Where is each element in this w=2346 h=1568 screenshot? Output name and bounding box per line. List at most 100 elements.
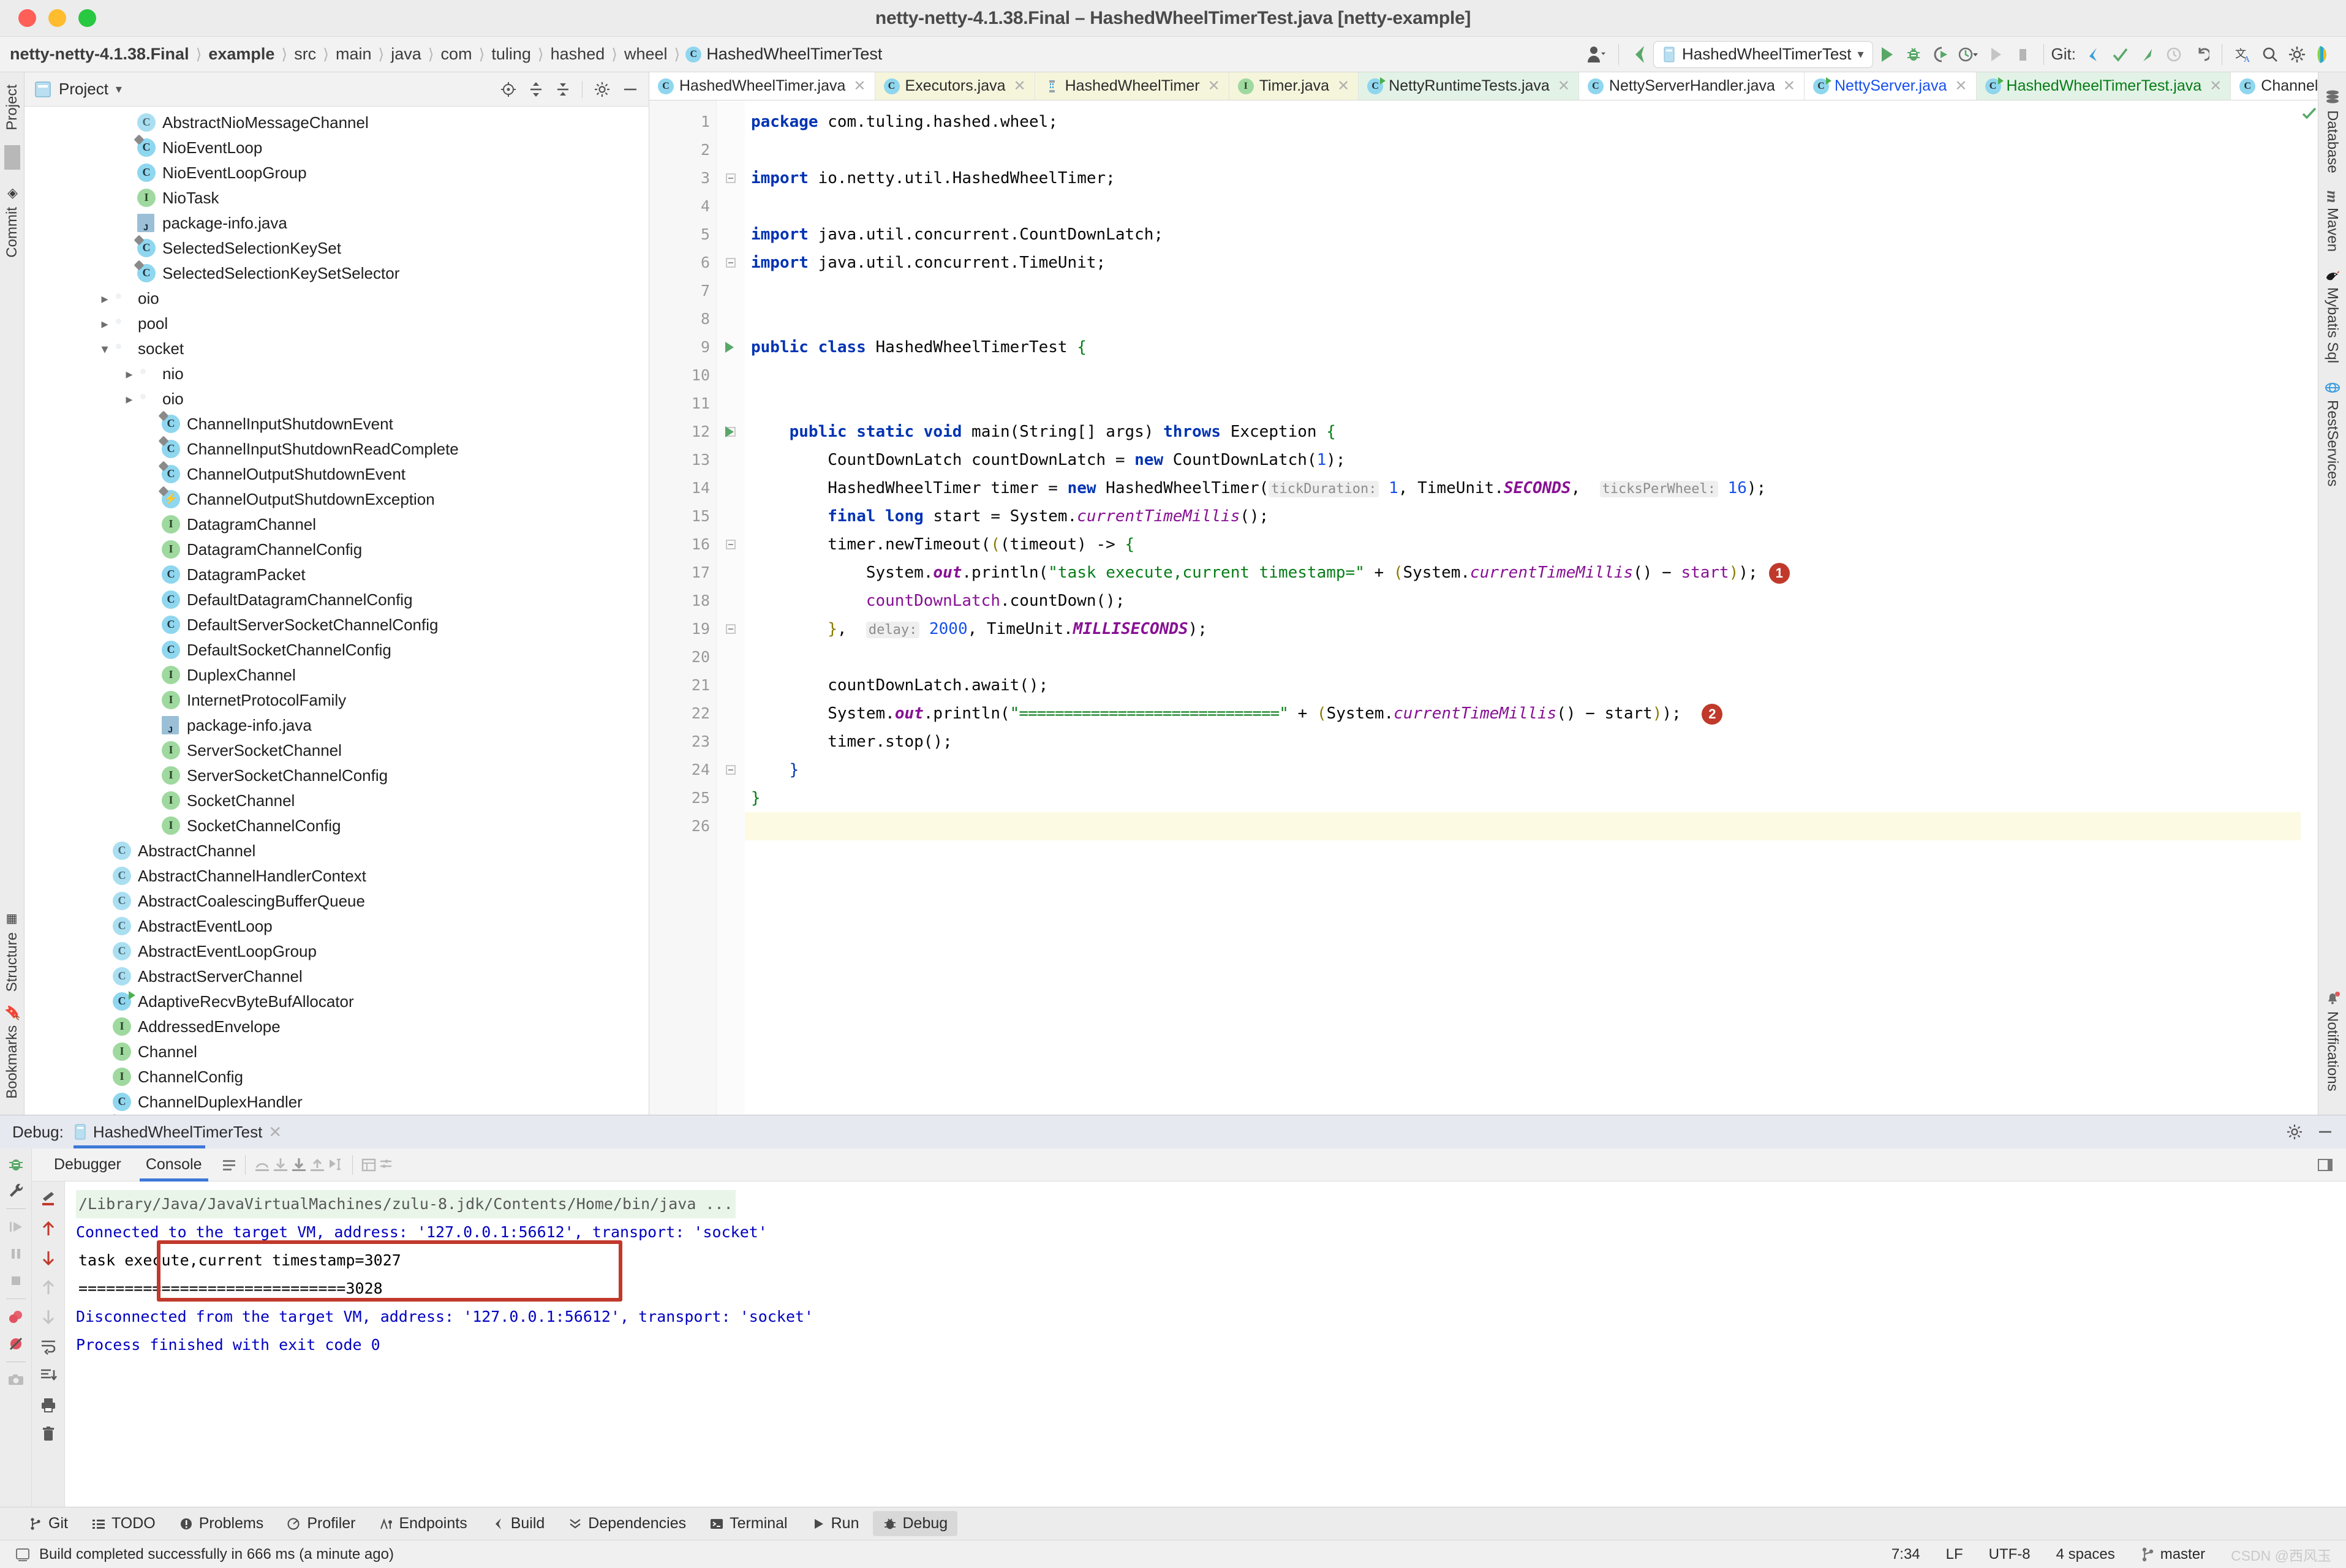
close-icon[interactable]: ✕ bbox=[268, 1123, 282, 1142]
breadcrumb-src[interactable]: src bbox=[293, 45, 317, 64]
tree-node[interactable]: I SocketChannel bbox=[25, 788, 649, 813]
editor-tab[interactable]: C NettyServer.java ✕ bbox=[1805, 72, 1977, 100]
git-branch-widget[interactable]: master bbox=[2141, 1546, 2205, 1563]
ide-icon[interactable] bbox=[2310, 40, 2337, 69]
tree-node[interactable]: I Channel bbox=[25, 1039, 649, 1065]
run-coverage-icon[interactable] bbox=[1927, 40, 1954, 69]
soft-wrap-icon[interactable] bbox=[39, 1337, 58, 1355]
breadcrumb-com[interactable]: com bbox=[440, 45, 473, 64]
tree-node[interactable]: C AbstractEventLoopGroup bbox=[25, 939, 649, 964]
tool-window-button-todo[interactable]: TODO bbox=[81, 1511, 165, 1536]
fold-toggle-icon[interactable] bbox=[717, 615, 745, 643]
layout-icon[interactable] bbox=[221, 1156, 238, 1174]
editor-tab[interactable]: C NettyServerHandler.java ✕ bbox=[1578, 72, 1805, 100]
close-icon[interactable]: ✕ bbox=[1558, 77, 1570, 95]
tree-node[interactable]: ▸ oio bbox=[25, 286, 649, 311]
indent-setting[interactable]: 4 spaces bbox=[2056, 1546, 2115, 1563]
tree-node[interactable]: C DatagramPacket bbox=[25, 562, 649, 587]
sidebar-tab-bookmarks[interactable]: Bookmarks 🔖 bbox=[4, 998, 21, 1105]
settings-icon[interactable] bbox=[2284, 40, 2310, 69]
tool-window-button-dependencies[interactable]: Dependencies bbox=[558, 1511, 696, 1536]
tool-window-button-run[interactable]: Run bbox=[801, 1511, 869, 1536]
tree-node[interactable]: C AbstractChannelHandlerContext bbox=[25, 864, 649, 889]
editor-tab[interactable]: I Timer.java ✕ bbox=[1229, 72, 1359, 100]
sidebar-tab-maven[interactable]: m Maven bbox=[2323, 182, 2342, 260]
fold-toggle-icon[interactable] bbox=[717, 249, 745, 277]
file-encoding[interactable]: UTF-8 bbox=[1989, 1546, 2031, 1563]
expand-all-icon[interactable] bbox=[528, 81, 544, 98]
debug-icon[interactable] bbox=[7, 1155, 25, 1173]
tree-node[interactable]: C DefaultServerSocketChannelConfig bbox=[25, 612, 649, 638]
tree-node[interactable]: ▸ pool bbox=[25, 311, 649, 336]
tool-window-button-git[interactable]: Git bbox=[18, 1511, 78, 1536]
tree-node[interactable]: C NioEventLoopGroup bbox=[25, 160, 649, 186]
breadcrumb-tuling[interactable]: tuling bbox=[490, 45, 532, 64]
search-icon[interactable] bbox=[2257, 40, 2284, 69]
sidebar-tab-restservices[interactable]: RestServices bbox=[2324, 372, 2341, 495]
editor-tab[interactable]: HashedWheelTimer ✕ bbox=[1035, 72, 1229, 100]
settings-icon[interactable] bbox=[2286, 1123, 2303, 1140]
snapshot-icon[interactable] bbox=[7, 1371, 25, 1389]
breadcrumb-java[interactable]: java bbox=[390, 45, 423, 64]
tree-node[interactable]: I DatagramChannelConfig bbox=[25, 537, 649, 562]
scroll-to-end-icon[interactable] bbox=[39, 1366, 58, 1385]
code-editor[interactable]: 1 2 3 4 5 6 7 8 9 10 11 12 13 14 15 16 17 18 19 20 21 22 23 24 2… bbox=[649, 100, 2318, 1115]
chevron-collapsed-icon[interactable]: ▸ bbox=[97, 316, 113, 332]
tree-node[interactable]: I ServerSocketChannelConfig bbox=[25, 763, 649, 788]
chevron-down-icon[interactable]: ▾ bbox=[116, 81, 122, 97]
collapse-all-icon[interactable] bbox=[555, 81, 571, 98]
tree-node[interactable]: C AbstractServerChannel bbox=[25, 964, 649, 989]
tree-node[interactable]: C DefaultSocketChannelConfig bbox=[25, 638, 649, 663]
tree-node[interactable]: I NioTask bbox=[25, 186, 649, 211]
debug-icon[interactable] bbox=[1900, 40, 1927, 69]
fold-toggle-icon[interactable] bbox=[717, 164, 745, 192]
tree-node[interactable]: C AbstractEventLoop bbox=[25, 914, 649, 939]
chevron-collapsed-icon[interactable]: ▸ bbox=[97, 291, 113, 307]
profiler-icon[interactable] bbox=[1954, 40, 1982, 69]
editor-tab[interactable]: C Executors.java ✕ bbox=[875, 72, 1035, 100]
breadcrumb-main[interactable]: main bbox=[334, 45, 373, 64]
console-layout-icon[interactable] bbox=[2317, 1156, 2346, 1174]
tool-window-button-terminal[interactable]: Terminal bbox=[700, 1511, 797, 1536]
clear-all-icon[interactable] bbox=[39, 1425, 58, 1444]
editor-tab[interactable]: C ChannelOu bbox=[2231, 72, 2318, 100]
editor-tab[interactable]: C HashedWheelTimerTest.java ✕ bbox=[1976, 72, 2231, 100]
tree-node[interactable]: I DatagramChannel bbox=[25, 512, 649, 537]
back-icon[interactable] bbox=[1626, 40, 1653, 69]
tree-node[interactable]: C AbstractCoalescingBufferQueue bbox=[25, 889, 649, 914]
tool-window-button-profiler[interactable]: Profiler bbox=[277, 1511, 365, 1536]
rerun-highlight-icon[interactable] bbox=[39, 1190, 58, 1208]
tree-node[interactable]: I ChannelConfig bbox=[25, 1065, 649, 1090]
up-arrow-icon[interactable] bbox=[39, 1219, 58, 1238]
down-arrow-icon[interactable] bbox=[39, 1249, 58, 1267]
breadcrumb-project[interactable]: netty-netty-4.1.38.Final bbox=[9, 45, 190, 64]
chevron-collapsed-icon[interactable]: ▸ bbox=[121, 391, 137, 407]
close-icon[interactable]: ✕ bbox=[1783, 77, 1795, 95]
tree-node[interactable]: C ChannelDuplexHandler bbox=[25, 1090, 649, 1115]
sidebar-tab-database[interactable]: Database bbox=[2324, 81, 2341, 182]
code-folding-gutter[interactable] bbox=[717, 100, 745, 1115]
git-rollback-icon[interactable] bbox=[2187, 40, 2214, 69]
tree-node[interactable]: C AdaptiveRecvByteBufAllocator bbox=[25, 989, 649, 1014]
breadcrumb-module[interactable]: example bbox=[207, 45, 276, 64]
tree-node[interactable]: C SelectedSelectionKeySetSelector bbox=[25, 260, 649, 286]
console-output[interactable]: /Library/Java/JavaVirtualMachines/zulu-8… bbox=[65, 1182, 2346, 1507]
locate-icon[interactable] bbox=[500, 81, 517, 98]
line-separator[interactable]: LF bbox=[1946, 1546, 1963, 1563]
run-gutter-icon[interactable] bbox=[722, 340, 736, 355]
settings-icon[interactable] bbox=[594, 81, 611, 98]
debug-tab-bar[interactable]: Debugger Console bbox=[32, 1148, 2346, 1182]
tree-node[interactable]: C SelectedSelectionKeySet bbox=[25, 235, 649, 261]
tree-node[interactable]: I DuplexChannel bbox=[25, 663, 649, 688]
tree-node[interactable]: ▾ socket bbox=[25, 336, 649, 361]
tab-console[interactable]: Console bbox=[134, 1148, 214, 1182]
breadcrumb-hashed[interactable]: hashed bbox=[549, 45, 606, 64]
breadcrumb-wheel[interactable]: wheel bbox=[623, 45, 669, 64]
profile-icon[interactable] bbox=[1583, 40, 1611, 69]
tree-node[interactable]: C ChannelInputShutdownEvent bbox=[25, 410, 649, 437]
inspection-ok-icon[interactable] bbox=[2302, 107, 2317, 120]
git-commit-icon[interactable] bbox=[2106, 40, 2133, 69]
tool-window-button-build[interactable]: Build bbox=[481, 1511, 555, 1536]
tree-node[interactable]: C ChannelOutputShutdownEvent bbox=[25, 461, 649, 487]
close-icon[interactable]: ✕ bbox=[2209, 77, 2222, 95]
